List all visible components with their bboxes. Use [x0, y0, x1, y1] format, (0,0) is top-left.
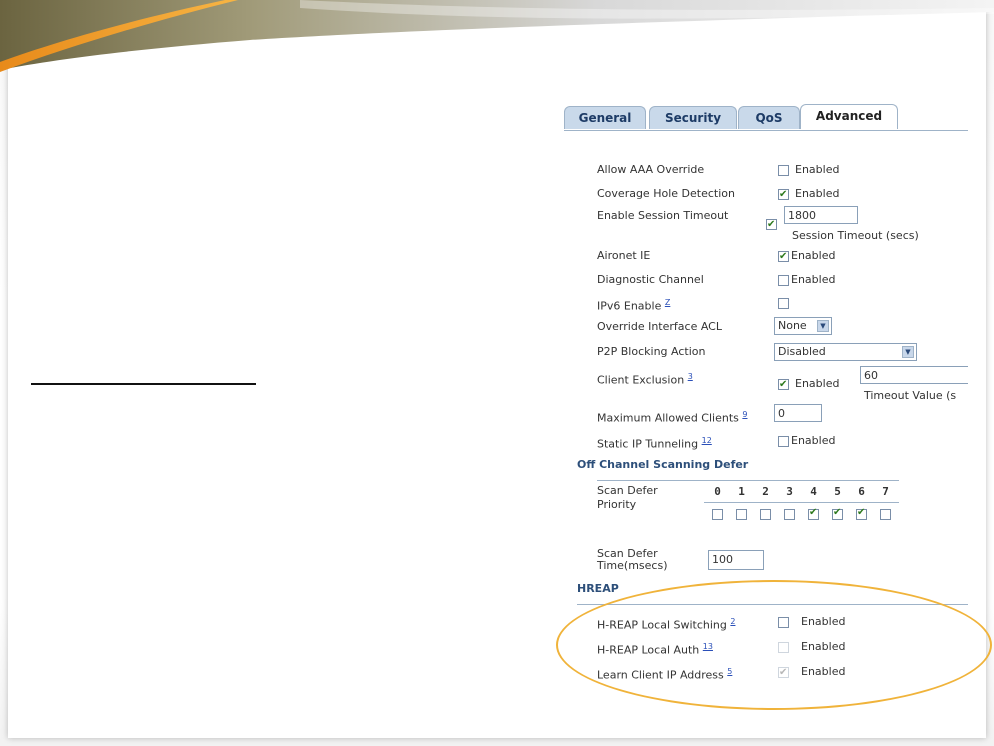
tab-advanced[interactable]: Advanced: [800, 104, 898, 129]
client-exclusion-label-wrap: Client Exclusion 3: [597, 369, 693, 387]
coverage-hole-detection-checkbox[interactable]: [778, 187, 789, 203]
scan-defer-priority-label-line2: Priority: [597, 498, 637, 511]
tab-bar: General Security QoS Advanced: [564, 104, 968, 130]
client-exclusion-enabled-label: Enabled: [795, 377, 840, 390]
ipv6-enable-control: [778, 295, 789, 311]
priority-number-4: 4: [810, 485, 817, 498]
p2p-blocking-label: P2P Blocking Action: [597, 345, 706, 358]
session-timeout-checkbox[interactable]: [766, 217, 777, 233]
max-clients-footnote-link[interactable]: 9: [742, 410, 747, 419]
scan-defer-time-input[interactable]: 100: [708, 550, 764, 570]
max-clients-input[interactable]: 0: [774, 404, 822, 422]
priority-checkbox-5[interactable]: [832, 507, 843, 520]
ipv6-footnote-link[interactable]: Z: [665, 298, 670, 307]
max-clients-label-wrap: Maximum Allowed Clients 9: [597, 407, 747, 425]
override-acl-select[interactable]: None ▼: [774, 317, 832, 335]
client-exclusion-control: Enabled: [778, 376, 840, 393]
scan-defer-priority-label-line1: Scan Defer: [597, 484, 658, 497]
allow-aaa-override-checkbox[interactable]: [778, 164, 789, 176]
scan-defer-rule-mid: [704, 502, 899, 503]
priority-checkbox-1[interactable]: [736, 509, 747, 520]
session-timeout-label: Enable Session Timeout: [597, 209, 729, 222]
priority-number-5: 5: [834, 485, 841, 498]
ipv6-enable-label-wrap: IPv6 Enable Z: [597, 295, 670, 313]
tab-baseline: [564, 130, 968, 131]
static-ip-enabled-label: Enabled: [791, 434, 836, 447]
chevron-down-icon: ▼: [902, 346, 914, 358]
priority-number-1: 1: [738, 485, 745, 498]
aironet-ie-label: Aironet IE: [597, 249, 651, 262]
priority-checkbox-2[interactable]: [760, 509, 771, 520]
ipv6-enable-checkbox[interactable]: [778, 297, 789, 309]
static-ip-footnote-link[interactable]: 12: [702, 436, 712, 445]
scan-defer-time-label: Scan Defer Time(msecs): [597, 548, 668, 572]
diagnostic-channel-enabled-label: Enabled: [791, 273, 836, 286]
client-exclusion-timeout-hint: Timeout Value (s: [864, 389, 957, 402]
static-ip-label: Static IP Tunneling: [597, 437, 699, 451]
diagnostic-channel-label: Diagnostic Channel: [597, 273, 704, 286]
diagnostic-channel-checkbox[interactable]: [778, 274, 789, 286]
slide-header-decoration: [0, 0, 994, 72]
off-channel-section-title: Off Channel Scanning Defer: [577, 458, 749, 471]
aironet-ie-checkbox[interactable]: [778, 249, 789, 265]
ipv6-enable-label: IPv6 Enable: [597, 299, 662, 313]
coverage-hole-detection-label: Coverage Hole Detection: [597, 187, 735, 200]
static-ip-checkbox[interactable]: [778, 435, 789, 447]
client-exclusion-timeout-input[interactable]: 60: [860, 366, 968, 384]
aironet-ie-enabled-label: Enabled: [791, 249, 836, 262]
priority-checkbox-0[interactable]: [712, 509, 723, 520]
priority-checkbox-4[interactable]: [808, 507, 819, 520]
aironet-ie-control: Enabled: [778, 248, 836, 265]
allow-aaa-override-label: Allow AAA Override: [597, 163, 705, 176]
priority-checkbox-7[interactable]: [880, 509, 891, 520]
priority-checkbox-6[interactable]: [856, 507, 867, 520]
priority-number-0: 0: [714, 485, 721, 498]
priority-number-2: 2: [762, 485, 769, 498]
title-underline: [31, 383, 256, 385]
slide-background: General Security QoS Advanced Allow AAA …: [0, 0, 994, 746]
session-timeout-control: [766, 216, 777, 233]
p2p-blocking-select[interactable]: Disabled ▼: [774, 343, 917, 361]
scan-defer-priority-numbers: 0 1 2 3 4 5 6 7: [712, 485, 912, 501]
scan-defer-time-label-line2: Time(msecs): [597, 559, 668, 572]
client-exclusion-checkbox[interactable]: [778, 377, 789, 393]
tab-security[interactable]: Security: [649, 106, 737, 129]
tab-qos[interactable]: QoS: [738, 106, 800, 129]
scan-defer-priority-checkboxes: [712, 507, 912, 523]
scan-defer-rule-top: [597, 480, 899, 481]
static-ip-label-wrap: Static IP Tunneling 12: [597, 433, 712, 451]
p2p-blocking-value: Disabled: [778, 345, 826, 358]
session-timeout-input[interactable]: 1800: [784, 206, 858, 224]
diagnostic-channel-control: Enabled: [778, 272, 835, 288]
priority-number-6: 6: [858, 485, 865, 498]
hreap-section-title: HREAP: [577, 582, 619, 595]
coverage-hole-detection-control: Enabled: [778, 186, 840, 203]
coverage-hole-detection-enabled-label: Enabled: [795, 187, 840, 200]
chevron-down-icon: ▼: [817, 320, 829, 332]
client-exclusion-footnote-link[interactable]: 3: [688, 372, 693, 381]
static-ip-control: Enabled: [778, 433, 835, 449]
allow-aaa-override-control: Enabled: [778, 162, 839, 178]
max-clients-label: Maximum Allowed Clients: [597, 411, 739, 425]
priority-checkbox-3[interactable]: [784, 509, 795, 520]
allow-aaa-override-enabled-label: Enabled: [795, 163, 840, 176]
priority-number-7: 7: [882, 485, 889, 498]
override-acl-value: None: [778, 319, 807, 332]
hreap-highlight-ellipse: [556, 580, 992, 710]
override-acl-label: Override Interface ACL: [597, 320, 722, 333]
session-timeout-hint: Session Timeout (secs): [792, 229, 919, 242]
tab-general[interactable]: General: [564, 106, 646, 129]
scan-defer-priority-label: Scan Defer Priority: [597, 484, 658, 511]
priority-number-3: 3: [786, 485, 793, 498]
client-exclusion-label: Client Exclusion: [597, 373, 685, 387]
